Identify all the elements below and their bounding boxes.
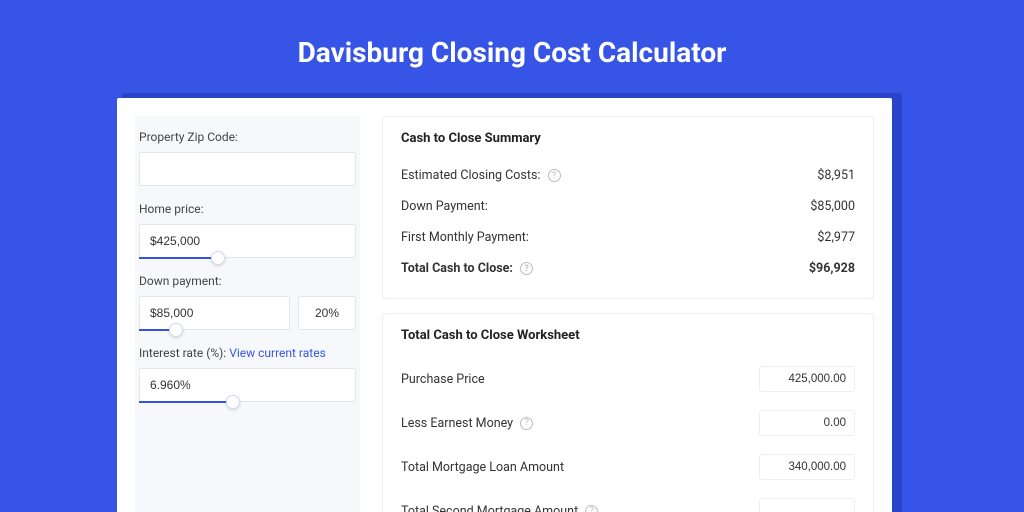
interest-label-text: Interest rate (%): (139, 346, 226, 360)
page-title: Davisburg Closing Cost Calculator (298, 36, 727, 69)
down-payment-label: Down payment: (139, 274, 356, 288)
worksheet-row: Less Earnest Money ? (401, 401, 855, 445)
worksheet-value-input[interactable] (759, 410, 855, 436)
summary-total-value: $96,928 (809, 261, 855, 276)
summary-total-label: Total Cash to Close: ? (401, 261, 533, 276)
home-price-input[interactable] (139, 224, 356, 258)
worksheet-row: Total Second Mortgage Amount ? (401, 489, 855, 512)
summary-panel: Cash to Close Summary Estimated Closing … (382, 116, 874, 299)
summary-total-row: Total Cash to Close: ? $96,928 (401, 253, 855, 284)
home-price-label: Home price: (139, 202, 356, 216)
down-payment-slider[interactable] (139, 296, 290, 330)
slider-thumb[interactable] (211, 251, 225, 265)
zip-input[interactable] (139, 152, 356, 186)
card-shadow: Property Zip Code: Home price: Down paym… (122, 93, 902, 512)
interest-slider[interactable] (139, 368, 356, 402)
zip-label: Property Zip Code: (139, 130, 356, 144)
worksheet-row: Purchase Price (401, 357, 855, 401)
worksheet-row-label: Total Second Mortgage Amount ? (401, 504, 598, 512)
worksheet-row-label: Total Mortgage Loan Amount (401, 460, 564, 475)
worksheet-value-input[interactable] (759, 366, 855, 392)
help-icon[interactable]: ? (520, 262, 533, 275)
worksheet-heading: Total Cash to Close Worksheet (401, 328, 855, 343)
help-icon[interactable]: ? (520, 417, 533, 430)
worksheet-value-input[interactable] (759, 454, 855, 480)
interest-input[interactable] (139, 368, 356, 402)
results-area: Cash to Close Summary Estimated Closing … (382, 116, 874, 512)
down-payment-block: Down payment: (135, 274, 360, 330)
summary-row: First Monthly Payment: $2,977 (401, 222, 855, 253)
summary-row-label: Estimated Closing Costs: ? (401, 168, 561, 183)
zip-block: Property Zip Code: (135, 130, 360, 186)
interest-label: Interest rate (%): View current rates (139, 346, 356, 360)
home-price-slider[interactable] (139, 224, 356, 258)
calculator-card: Property Zip Code: Home price: Down paym… (117, 98, 892, 512)
worksheet-panel: Total Cash to Close Worksheet Purchase P… (382, 313, 874, 512)
slider-thumb[interactable] (226, 395, 240, 409)
slider-thumb[interactable] (169, 323, 183, 337)
worksheet-row-label: Purchase Price (401, 372, 485, 387)
interest-block: Interest rate (%): View current rates (135, 346, 360, 402)
worksheet-row: Total Mortgage Loan Amount (401, 445, 855, 489)
input-sidebar: Property Zip Code: Home price: Down paym… (135, 116, 360, 512)
view-rates-link[interactable]: View current rates (229, 346, 326, 360)
down-payment-pct-input[interactable] (298, 296, 356, 330)
help-icon[interactable]: ? (585, 505, 598, 512)
worksheet-row-label: Less Earnest Money ? (401, 416, 533, 431)
summary-row-value: $2,977 (817, 230, 855, 245)
summary-row-label: First Monthly Payment: (401, 230, 529, 245)
summary-row-value: $85,000 (810, 199, 855, 214)
summary-row-value: $8,951 (817, 168, 855, 183)
summary-heading: Cash to Close Summary (401, 131, 855, 146)
worksheet-value-input[interactable] (759, 498, 855, 512)
summary-row: Estimated Closing Costs: ? $8,951 (401, 160, 855, 191)
summary-row-label: Down Payment: (401, 199, 488, 214)
down-payment-input[interactable] (139, 296, 290, 330)
help-icon[interactable]: ? (548, 169, 561, 182)
summary-row: Down Payment: $85,000 (401, 191, 855, 222)
home-price-block: Home price: (135, 202, 360, 258)
